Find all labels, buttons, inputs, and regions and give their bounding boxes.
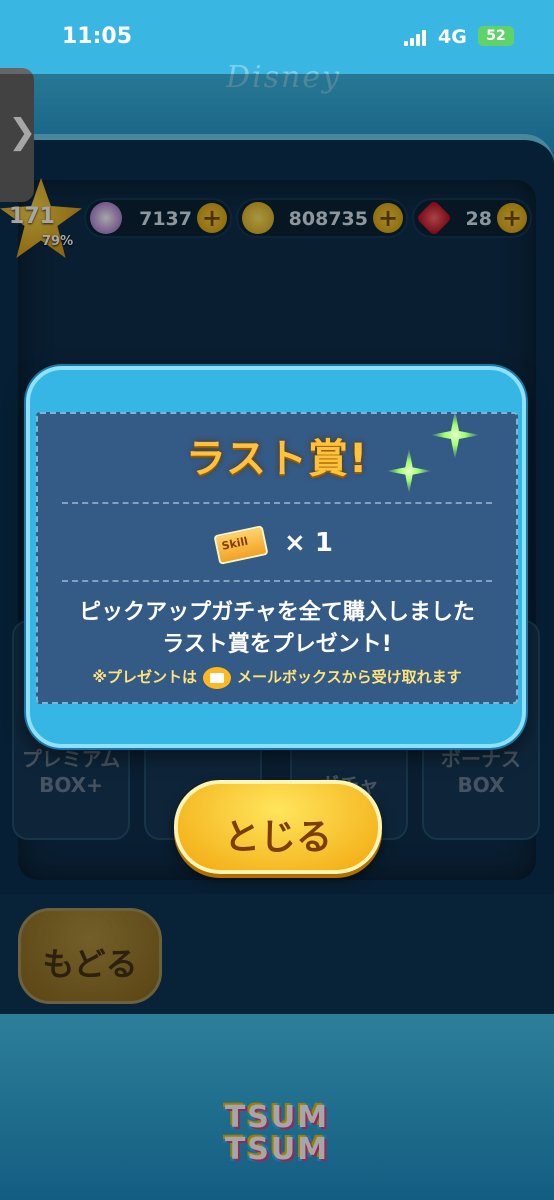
- message-line: ピックアップガチャを全て購入しました: [79, 600, 475, 625]
- close-button-label: とじる: [223, 817, 332, 858]
- mailbox-note: ※プレゼントは メールボックスから受け取れます: [0, 666, 554, 689]
- close-button[interactable]: とじる: [174, 780, 382, 874]
- network-type: 4G: [438, 26, 467, 48]
- divider: [62, 502, 492, 504]
- note-prefix: ※プレゼントは: [92, 668, 198, 686]
- battery-icon: 52: [478, 26, 514, 46]
- divider: [62, 580, 492, 582]
- ticket-text: Skill: [220, 534, 250, 553]
- reward-quantity: × 1: [284, 528, 333, 558]
- message-line: ラスト賞をプレゼント!: [162, 632, 392, 657]
- mail-icon: [203, 666, 232, 689]
- note-suffix: メールボックスから受け取れます: [237, 668, 462, 686]
- signal-icon: [404, 30, 428, 46]
- status-time: 11:05: [62, 24, 133, 49]
